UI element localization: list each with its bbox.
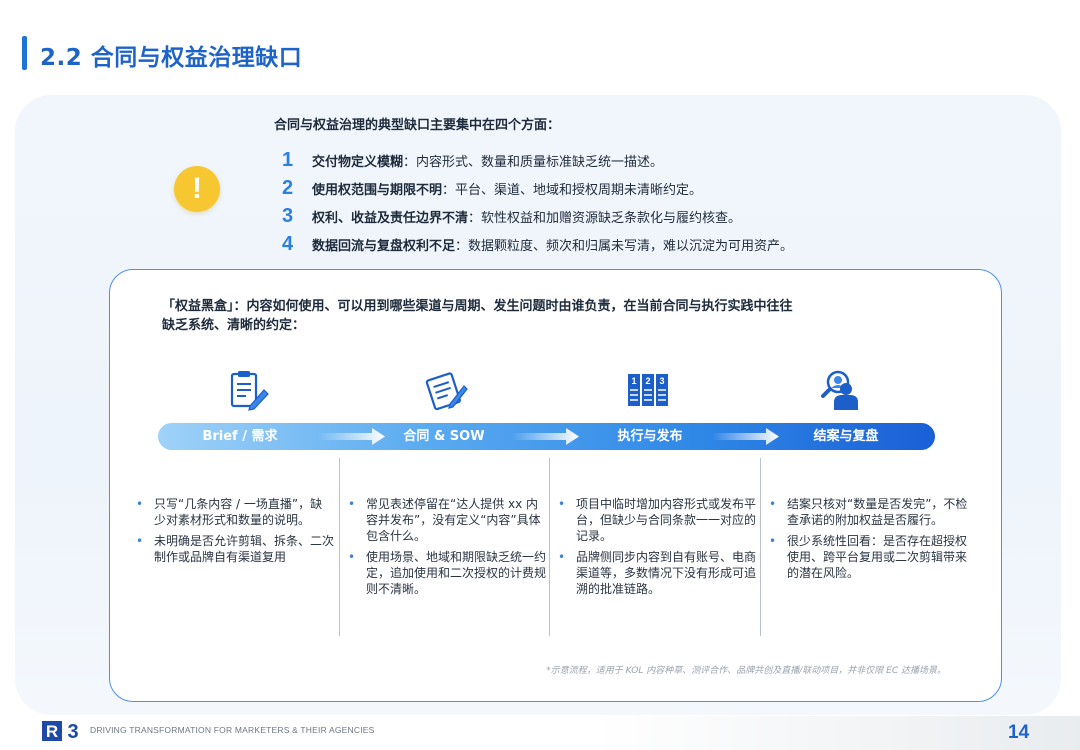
clipboard-pen-icon <box>230 371 269 411</box>
stage-points-execution: 项目中临时增加内容形式或发布平台，但缺少与合同条款一一对应的记录。 品牌侧同步内… <box>558 496 758 602</box>
stage-points-contract: 常见表述停留在“达人提供 xx 内容并发布”，没有定义“内容”具体包含什么。 使… <box>348 496 548 602</box>
gap-term: 权利、收益及责任边界不清 <box>312 210 469 226</box>
blackbox-heading-line: 缺乏系统、清晰的约定： <box>162 318 306 333</box>
r3-logo: R 3 <box>42 721 79 742</box>
gap-number: 2 <box>282 176 294 199</box>
list-item: 很少系统性回看：是否存在超授权使用、跨平台复用或二次剪辑带来的潜在风险。 <box>769 533 977 581</box>
list-item: 只写“几条内容 / 一场直播”，缺少对素材形式和数量的说明。 <box>136 496 334 528</box>
blackbox-heading: 「权益黑盒」：内容如何使用、可以用到哪些渠道与周期、发生问题时由谁负责，在当前合… <box>162 297 862 335</box>
gap-item: 2 使用权范围与期限不明 ：平台、渠道、地域和授权周期未清晰约定。 <box>282 174 793 202</box>
list-item: 未明确是否允许剪辑、拆条、二次制作或品牌自有渠道复用 <box>136 533 334 565</box>
gap-number: 1 <box>282 148 294 171</box>
list-item: 常见表述停留在“达人提供 xx 内容并发布”，没有定义“内容”具体包含什么。 <box>348 496 548 544</box>
gap-item: 1 交付物定义模糊 ：内容形式、数量和质量标准缺乏统一描述。 <box>282 146 793 174</box>
gap-term: 数据回流与复盘权利不足 <box>312 238 456 254</box>
gap-description: ：内容形式、数量和质量标准缺乏统一描述。 <box>403 154 664 170</box>
list-item: 使用场景、地域和期限缺乏统一约定，追加使用和二次授权的计费规则不清晰。 <box>348 549 548 597</box>
gap-item: 3 权利、收益及责任边界不清 ：软性权益和加赠资源缺乏条款化与履约核查。 <box>282 202 793 230</box>
list-item: 品牌侧同步内容到自有账号、电商渠道等，多数情况下没有形成可追溯的批准链路。 <box>558 549 758 597</box>
svg-text:1: 1 <box>631 376 636 386</box>
title-accent-bar <box>22 36 27 70</box>
stage-label-brief: Brief / 需求 <box>202 429 278 444</box>
arrow-right-icon <box>712 428 779 445</box>
numbered-columns-icon: 1 2 3 <box>628 374 668 406</box>
column-divider <box>549 458 550 636</box>
gap-description: ：平台、渠道、地域和授权周期未清晰约定。 <box>442 182 703 198</box>
svg-text:2: 2 <box>645 376 650 386</box>
exclamation-icon: ! <box>174 166 220 212</box>
gap-number: 3 <box>282 204 294 227</box>
footnote: *示意流程，适用于 KOL 内容种草、测评合作、品牌共创及直播/联动项目，并非仅… <box>546 666 946 676</box>
contract-sign-icon <box>425 372 468 411</box>
column-divider <box>760 458 761 636</box>
page-title: 2.2 合同与权益治理缺口 <box>40 45 303 71</box>
column-divider <box>339 458 340 636</box>
gap-term: 交付物定义模糊 <box>312 154 404 170</box>
page-number: 14 <box>1008 722 1030 743</box>
gap-number: 4 <box>282 232 294 255</box>
arrow-right-icon <box>512 428 579 445</box>
stage-points-brief: 只写“几条内容 / 一场直播”，缺少对素材形式和数量的说明。 未明确是否允许剪辑… <box>136 496 334 570</box>
gap-item: 4 数据回流与复盘权利不足 ：数据颗粒度、频次和归属未写清，难以沉淀为可用资产。 <box>282 230 793 258</box>
stage-label-review: 结案与复盘 <box>813 429 879 444</box>
gap-description: ：软性权益和加赠资源缺乏条款化与履约核查。 <box>468 210 742 226</box>
stage-label-execution: 执行与发布 <box>617 429 683 444</box>
svg-text:3: 3 <box>659 376 664 386</box>
person-search-icon <box>821 370 858 410</box>
stage-points-review: 结案只核对“数量是否发完”，不检查承诺的附加权益是否履行。 很少系统性回看：是否… <box>769 496 977 586</box>
list-item: 结案只核对“数量是否发完”，不检查承诺的附加权益是否履行。 <box>769 496 977 528</box>
gap-description: ：数据颗粒度、频次和归属未写清，难以沉淀为可用资产。 <box>455 238 794 254</box>
arrow-right-icon <box>318 428 385 445</box>
blackbox-heading-line: 「权益黑盒」：内容如何使用、可以用到哪些渠道与周期、发生问题时由谁负责，在当前合… <box>162 299 793 314</box>
list-item: 项目中临时增加内容形式或发布平台，但缺少与合同条款一一对应的记录。 <box>558 496 758 544</box>
footer-tagline: DRIVING TRANSFORMATION FOR MARKETERS & T… <box>90 725 375 735</box>
intro-heading: 合同与权益治理的典型缺口主要集中在四个方面： <box>274 118 561 133</box>
stage-label-contract: 合同 & SOW <box>403 429 485 444</box>
svg-text:3: 3 <box>67 721 78 742</box>
svg-text:R: R <box>46 722 58 741</box>
gap-list: 1 交付物定义模糊 ：内容形式、数量和质量标准缺乏统一描述。 2 使用权范围与期限… <box>282 146 793 258</box>
gap-term: 使用权范围与期限不明 <box>312 182 443 198</box>
